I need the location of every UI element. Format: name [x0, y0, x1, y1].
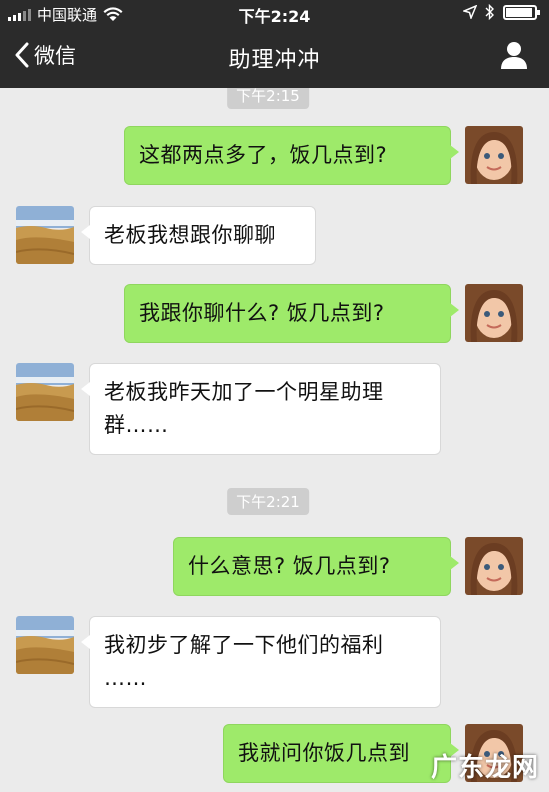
self-avatar[interactable]	[465, 126, 523, 184]
battery-level	[506, 7, 532, 17]
message-bubble-received[interactable]: 老板我昨天加了一个明星助理 群……	[81, 363, 441, 455]
location-arrow-icon	[463, 5, 477, 19]
girl-portrait-icon	[465, 284, 523, 342]
self-avatar[interactable]	[465, 284, 523, 342]
desert-landscape-icon	[16, 363, 74, 421]
message-line: ……	[104, 666, 147, 690]
battery-icon	[503, 4, 540, 20]
chat-area[interactable]: 下午2:15 这都两点多了，饭几点到? 老板我想跟你聊聊 我跟你聊什么? 饭几点…	[0, 88, 549, 792]
message-bubble-received[interactable]: 我初步了解了一下他们的福利 ……	[81, 616, 441, 708]
timestamp: 下午2:15	[227, 88, 309, 109]
message-bubble-sent[interactable]: 什么意思? 饭几点到?	[173, 537, 459, 596]
self-avatar[interactable]	[465, 537, 523, 595]
chat-info-button[interactable]	[499, 40, 529, 74]
nav-bar: 微信 助理冲冲	[0, 26, 549, 88]
message-line: 我初步了解了一下他们的福利	[104, 633, 384, 657]
desert-landscape-icon	[16, 616, 74, 674]
watermark: 广东龙网	[430, 753, 539, 783]
contact-avatar[interactable]	[16, 206, 74, 264]
girl-portrait-icon	[465, 126, 523, 184]
bluetooth-icon	[485, 4, 494, 20]
desert-landscape-icon	[16, 206, 74, 264]
girl-portrait-icon	[465, 537, 523, 595]
status-bar: 中国联通 下午2:24	[0, 0, 549, 26]
status-right	[463, 4, 540, 20]
message-line: 老板我昨天加了一个明星助理	[104, 380, 384, 404]
message-bubble-sent[interactable]: 我就问你饭几点到	[223, 724, 459, 783]
chat-title: 助理冲冲	[228, 48, 321, 73]
person-icon	[501, 42, 527, 69]
timestamp: 下午2:21	[227, 488, 309, 515]
message-bubble-sent[interactable]: 我跟你聊什么? 饭几点到?	[124, 284, 459, 343]
message-bubble-sent[interactable]: 这都两点多了，饭几点到?	[124, 126, 459, 185]
message-bubble-received[interactable]: 老板我想跟你聊聊	[81, 206, 316, 265]
message-line: 群……	[104, 413, 169, 437]
contact-avatar[interactable]	[16, 616, 74, 674]
contact-avatar[interactable]	[16, 363, 74, 421]
